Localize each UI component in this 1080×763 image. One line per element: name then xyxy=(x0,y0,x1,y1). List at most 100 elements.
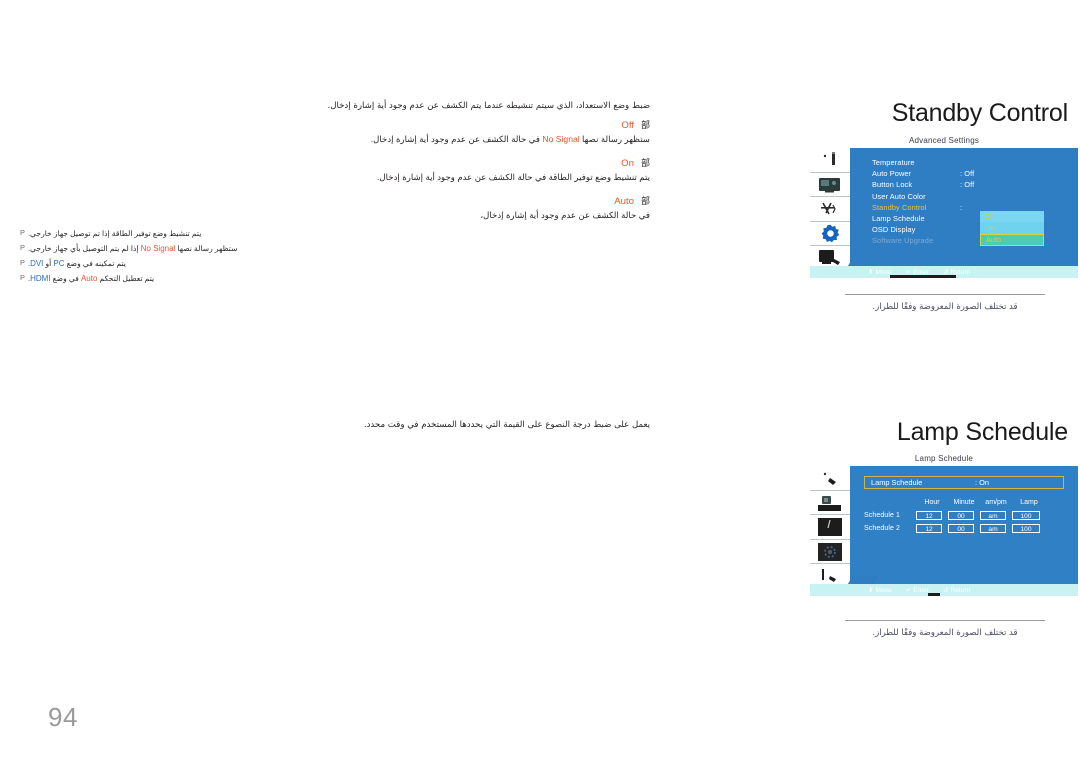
table-row[interactable]: Schedule 1 12 00 am 100 xyxy=(864,509,1074,522)
column-header-minute: Minute xyxy=(953,499,975,506)
list-item-keyword: No Signal xyxy=(140,244,176,253)
osd-menu-title-text: Lamp Schedule xyxy=(914,454,974,463)
osd-help-bar: ⬍ Move ↵ Enter ↺ Return xyxy=(810,584,1078,596)
list-item-text-before: يتم تعطيل التحكم xyxy=(97,274,155,283)
osd-row-label: User Auto Color xyxy=(872,191,926,201)
osd-row-label: Lamp Schedule xyxy=(872,214,925,224)
osd-body: Temperature Auto Power : Off Button Lock… xyxy=(810,148,1078,278)
option-on-description: يتم تنشيط وضع توفير الطاقة في حالة الكشف… xyxy=(20,171,650,184)
list-item-keyword-dvi: DVI xyxy=(30,259,44,268)
column-header-ampm: am/pm xyxy=(985,499,1007,506)
row-label-schedule-2: Schedule 2 xyxy=(864,525,901,532)
osd-help-move: ⬍ Move xyxy=(868,586,892,595)
osd-row-label: OSD Display xyxy=(872,225,916,235)
osd-rail-cell-picture[interactable] xyxy=(810,491,850,516)
osd-rail-cell-picture[interactable] xyxy=(810,173,850,198)
osd-row-value: : Off xyxy=(960,180,975,190)
schedule-1-minute[interactable]: 00 xyxy=(948,510,974,521)
osd-row-label: Standby Control xyxy=(872,202,927,212)
p-marker-icon: P xyxy=(20,273,25,282)
page-title-standby-control: Standby Control xyxy=(891,99,1068,127)
list-bullet-icon: 部 xyxy=(640,197,650,207)
osd-body: Lamp Schedule : On Hour Minute am/pm Lam… xyxy=(810,466,1078,596)
osd-help-return-label: Return xyxy=(950,586,971,594)
option-auto-description: في حالة الكشف عن عدم وجود أية إشارة إدخا… xyxy=(20,209,650,222)
schedule-1-lamp[interactable]: 100 xyxy=(1012,510,1040,521)
lamp-schedule-toggle-label: Lamp Schedule xyxy=(871,478,923,487)
osd-icon-rail xyxy=(810,148,850,266)
list-item-text: يتم تمكينه في وضع PC أو DVI. xyxy=(28,258,126,270)
sound-icon xyxy=(818,517,842,536)
p-marker-icon: P xyxy=(20,243,25,252)
figure-caption-text: قد تختلف الصورة المعروضة وفقًا للطراز. xyxy=(872,302,1018,312)
list-bullet-icon: 部 xyxy=(640,121,650,131)
option-auto-label: Auto xyxy=(614,196,634,207)
option-on-heading: 部 On xyxy=(20,156,650,169)
list-item-text-mid: في وضع xyxy=(50,274,81,283)
updown-icon: ⬍ xyxy=(868,269,874,276)
table-row[interactable]: Schedule 2 12 00 am 100 xyxy=(864,522,1074,535)
osd-row-user-auto-color[interactable]: User Auto Color xyxy=(872,191,1072,202)
list-item-text: ستظهر رسالة نصها No Signal إذا لم يتم ال… xyxy=(28,243,238,255)
list-item-text-before: يتم تمكينه في وضع xyxy=(64,259,126,268)
osd-row-label: Auto Power xyxy=(872,169,912,179)
osd-panel-lamp-schedule: Lamp Schedule : On Hour Minute am/pm Lam… xyxy=(850,466,1078,584)
row-label-schedule-1: Schedule 1 xyxy=(864,512,901,519)
osd-screenshot-standby: Advanced Settings Temperature Auto Power… xyxy=(810,135,1078,278)
picture-icon xyxy=(818,495,841,511)
osd-rail-cell-input[interactable] xyxy=(810,148,850,173)
list-bullet-icon: 部 xyxy=(640,159,650,169)
list-item-text-after: إذا لم يتم التوصيل بأي جهاز خارجي. xyxy=(27,244,141,253)
page-title-lamp-schedule: Lamp Schedule xyxy=(896,418,1068,446)
dropdown-option-off[interactable]: Off xyxy=(980,211,1044,223)
list-item-text-before: يتم تنشيط وضع توفير الطاقة إذا تم توصيل … xyxy=(27,229,202,238)
figure-caption-lamp: قد تختلف الصورة المعروضة وفقًا للطراز. xyxy=(820,620,1070,638)
list-item-keyword-pc: PC xyxy=(53,259,65,268)
osd-panel-advanced-settings: Temperature Auto Power : Off Button Lock… xyxy=(850,148,1078,266)
standby-control-dropdown[interactable]: Off On Auto xyxy=(980,211,1044,247)
column-header-lamp: Lamp xyxy=(1020,499,1038,506)
schedule-1-ampm[interactable]: am xyxy=(980,510,1006,521)
osd-rail-cell-system[interactable] xyxy=(810,540,850,565)
schedule-1-hour[interactable]: 12 xyxy=(916,510,942,521)
lamp-schedule-toggle-row[interactable]: Lamp Schedule : On xyxy=(864,476,1064,489)
picture-icon xyxy=(819,177,840,193)
option-on-label: On xyxy=(621,158,634,169)
option-on-desc-before: يتم تنشيط وضع توفير الطاقة في حالة الكشف… xyxy=(377,172,650,182)
osd-rail-cell-sound[interactable] xyxy=(810,515,850,540)
osd-row-temperature[interactable]: Temperature xyxy=(872,157,1072,168)
osd-row-auto-power[interactable]: Auto Power : Off xyxy=(872,168,1072,179)
auto-sub-list: P يتم تنشيط وضع توفير الطاقة إذا تم توصي… xyxy=(20,228,650,288)
osd-rail-cell-input[interactable] xyxy=(810,466,850,491)
support-device-icon xyxy=(819,250,840,266)
osd-row-button-lock[interactable]: Button Lock : Off xyxy=(872,179,1072,190)
p-marker-icon: P xyxy=(20,228,25,237)
schedule-2-ampm[interactable]: am xyxy=(980,523,1006,534)
enter-icon: ↵ xyxy=(905,587,912,594)
osd-bottom-tab-decor xyxy=(928,593,940,596)
input-source-icon xyxy=(823,472,836,485)
osd-help-move-label: Move xyxy=(875,586,892,594)
updown-icon: ⬍ xyxy=(868,587,874,594)
option-off: 部 Off ستظهر رسالة نصها No Signal في حالة… xyxy=(20,118,650,146)
schedule-2-minute[interactable]: 00 xyxy=(948,523,974,534)
lamp-schedule-table: Hour Minute am/pm Lamp Schedule 1 12 00 … xyxy=(864,496,1074,535)
option-auto: 部 Auto في حالة الكشف عن عدم وجود أية إشا… xyxy=(20,194,650,222)
manual-page: ضبط وضع الاستعداد، الذي سيتم تنشيطه عندم… xyxy=(0,0,1080,763)
option-off-heading: 部 Off xyxy=(20,118,650,131)
osd-bottom-tab-decor xyxy=(890,275,956,278)
osd-row-label: Temperature xyxy=(872,158,915,168)
dropdown-option-auto[interactable]: Auto xyxy=(980,233,1044,247)
option-off-label: Off xyxy=(621,120,634,131)
list-item-text: يتم تنشيط وضع توفير الطاقة إذا تم توصيل … xyxy=(28,228,201,240)
dropdown-option-on[interactable]: On xyxy=(980,222,1044,234)
option-auto-heading: 部 Auto xyxy=(20,194,650,207)
osd-rail-cell-system[interactable] xyxy=(810,222,850,247)
lamp-schedule-intro-paragraph: يعمل على ضبط درجة النصوع على القيمة التي… xyxy=(363,420,650,430)
list-item: P يتم تعطيل التحكم Auto في وضع HDMI. xyxy=(20,273,650,285)
page-number: 94 xyxy=(48,702,78,732)
schedule-2-lamp[interactable]: 100 xyxy=(1012,523,1040,534)
osd-rail-cell-sound[interactable] xyxy=(810,197,850,222)
osd-menu-title: Advanced Settings xyxy=(810,135,1078,146)
schedule-2-hour[interactable]: 12 xyxy=(916,523,942,534)
